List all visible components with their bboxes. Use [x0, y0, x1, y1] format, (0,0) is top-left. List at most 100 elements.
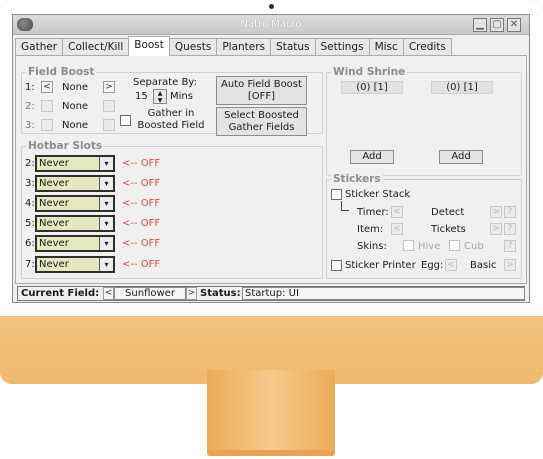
- skins-help-button[interactable]: ?: [504, 240, 516, 252]
- tab-status[interactable]: Status: [270, 38, 316, 56]
- item-value: Tickets: [431, 224, 466, 235]
- timer-label: Timer:: [357, 207, 389, 218]
- field-boost-group: Field Boost 1: < None > 2: None 3: None …: [21, 66, 323, 136]
- chevron-down-icon: ▾: [99, 177, 113, 190]
- tab-gather[interactable]: Gather: [15, 38, 64, 56]
- wind-shrine-slot-2-value: (0) [1]: [431, 81, 493, 94]
- status-bar: Current Field: < Sunflower > Status: Sta…: [17, 286, 525, 301]
- hotbar-slot-status: <-- OFF: [122, 198, 161, 209]
- hotbar-slot-status: <-- OFF: [122, 178, 161, 189]
- hotbar-slot-value: Never: [39, 158, 69, 169]
- wind-shrine-title: Wind Shrine: [331, 66, 408, 78]
- auto-field-boost-button[interactable]: Auto Field Boost [OFF]: [216, 76, 307, 105]
- cub-skin-label: Cub: [464, 241, 484, 252]
- tree-connector: [341, 201, 349, 211]
- current-field-prev-button[interactable]: <: [103, 287, 114, 300]
- timer-prev-button[interactable]: <: [391, 206, 403, 218]
- current-field-label: Current Field:: [21, 288, 100, 299]
- item-prev-button[interactable]: <: [391, 223, 403, 235]
- hive-skin-label: Hive: [418, 241, 441, 252]
- hotbar-slot-5-select[interactable]: Never ▾: [35, 215, 115, 232]
- item-next-button[interactable]: >: [490, 223, 502, 235]
- hotbar-slot-label: 6:: [25, 238, 35, 249]
- tab-planters[interactable]: Planters: [216, 38, 272, 56]
- hotbar-slot-label: 3:: [25, 178, 35, 189]
- field-boost-2-value: None: [62, 101, 89, 112]
- sticker-stack-checkbox[interactable]: [331, 189, 342, 200]
- field-boost-row-label: 1:: [25, 82, 35, 93]
- current-field-next-button[interactable]: >: [186, 287, 197, 300]
- hotbar-slot-status: <-- OFF: [122, 158, 161, 169]
- wind-shrine-add-button-2[interactable]: Add: [439, 150, 483, 164]
- hotbar-slot-4-select[interactable]: Never ▾: [35, 195, 115, 212]
- chevron-down-icon: ▾: [99, 197, 113, 210]
- stickers-title: Stickers: [331, 173, 383, 185]
- monitor-stand-foot: [207, 450, 335, 456]
- chevron-down-icon: ▾: [99, 258, 113, 271]
- chevron-down-icon: ▾: [99, 157, 113, 170]
- field-boost-row-label: 2:: [25, 101, 35, 112]
- field-boost-3-next-button[interactable]: [103, 119, 115, 131]
- field-boost-1-next-button[interactable]: >: [103, 81, 115, 93]
- field-boost-2-next-button[interactable]: [103, 100, 115, 112]
- current-field-value: Sunflower: [114, 287, 186, 300]
- egg-next-button[interactable]: >: [504, 259, 516, 271]
- maximize-button[interactable]: ▢: [490, 18, 504, 32]
- sticker-printer-checkbox[interactable]: [331, 260, 342, 271]
- window-title: Natro Macro: [240, 19, 302, 30]
- sticker-stack-label: Sticker Stack: [345, 189, 411, 200]
- skins-label: Skins:: [357, 241, 387, 252]
- field-boost-row-label: 3:: [25, 120, 35, 131]
- item-help-button[interactable]: ?: [504, 223, 516, 235]
- gather-in-boosted-checkbox[interactable]: [120, 115, 131, 126]
- timer-help-button[interactable]: ?: [504, 206, 516, 218]
- boost-panel: Field Boost 1: < None > 2: None 3: None …: [15, 55, 527, 284]
- field-boost-3-prev-button[interactable]: [41, 119, 53, 131]
- separate-by-spinner[interactable]: ▲ ▼: [153, 89, 167, 104]
- wind-shrine-slot-1-value: (0) [1]: [341, 81, 403, 94]
- status-label: Status:: [200, 288, 241, 299]
- chevron-down-icon: ▾: [99, 237, 113, 250]
- field-boost-1-value: None: [62, 82, 89, 93]
- camera-dot: [269, 4, 274, 9]
- separate-by-value[interactable]: 15: [135, 91, 148, 102]
- hive-skin-checkbox[interactable]: [403, 240, 414, 251]
- close-button[interactable]: ✕: [507, 18, 521, 32]
- wind-shrine-add-button-1[interactable]: Add: [350, 150, 394, 164]
- select-boosted-fields-button[interactable]: Select Boosted Gather Fields: [216, 107, 307, 136]
- separate-by-unit: Mins: [170, 91, 193, 102]
- egg-prev-button[interactable]: <: [445, 259, 457, 271]
- hotbar-slot-label: 2:: [25, 158, 35, 169]
- hotbar-slot-2-select[interactable]: Never ▾: [35, 155, 115, 172]
- field-boost-1-prev-button[interactable]: <: [41, 81, 53, 93]
- tab-collect-kill[interactable]: Collect/Kill: [62, 38, 130, 56]
- cub-skin-checkbox[interactable]: [449, 240, 460, 251]
- hotbar-slot-status: <-- OFF: [122, 238, 161, 249]
- hotbar-slot-value: Never: [39, 218, 69, 229]
- field-boost-title: Field Boost: [26, 66, 97, 78]
- timer-next-button[interactable]: >: [490, 206, 502, 218]
- tab-misc[interactable]: Misc: [368, 38, 404, 56]
- hotbar-slot-3-select[interactable]: Never ▾: [35, 175, 115, 192]
- tab-credits[interactable]: Credits: [402, 38, 452, 56]
- tab-bar: Gather Collect/Kill Boost Quests Planter…: [15, 36, 452, 56]
- gather-in-boosted-label: Gather in Boosted Field: [137, 108, 205, 131]
- status-value: Startup: UI: [242, 287, 525, 300]
- wind-shrine-group: Wind Shrine (0) [1] (0) [1] Add Add: [326, 66, 522, 176]
- egg-value: Basic: [470, 260, 497, 271]
- tab-boost[interactable]: Boost: [128, 36, 170, 56]
- title-bar: Natro Macro ▁ ▢ ✕: [13, 15, 529, 35]
- hotbar-slot-6-select[interactable]: Never ▾: [35, 235, 115, 252]
- hotbar-slot-value: Never: [39, 178, 69, 189]
- hotbar-slot-status: <-- OFF: [122, 259, 161, 270]
- tab-settings[interactable]: Settings: [314, 38, 370, 56]
- item-label: Item:: [357, 224, 384, 235]
- hotbar-slot-7-select[interactable]: Never ▾: [35, 256, 115, 273]
- minimize-button[interactable]: ▁: [473, 18, 487, 32]
- field-boost-2-prev-button[interactable]: [41, 100, 53, 112]
- hotbar-slots-title: Hotbar Slots: [26, 140, 105, 152]
- hotbar-slot-label: 4:: [25, 198, 35, 209]
- app-window: Natro Macro ▁ ▢ ✕ Gather Collect/Kill Bo…: [12, 14, 530, 303]
- sticker-printer-label: Sticker Printer: [345, 260, 416, 271]
- tab-quests[interactable]: Quests: [168, 38, 218, 56]
